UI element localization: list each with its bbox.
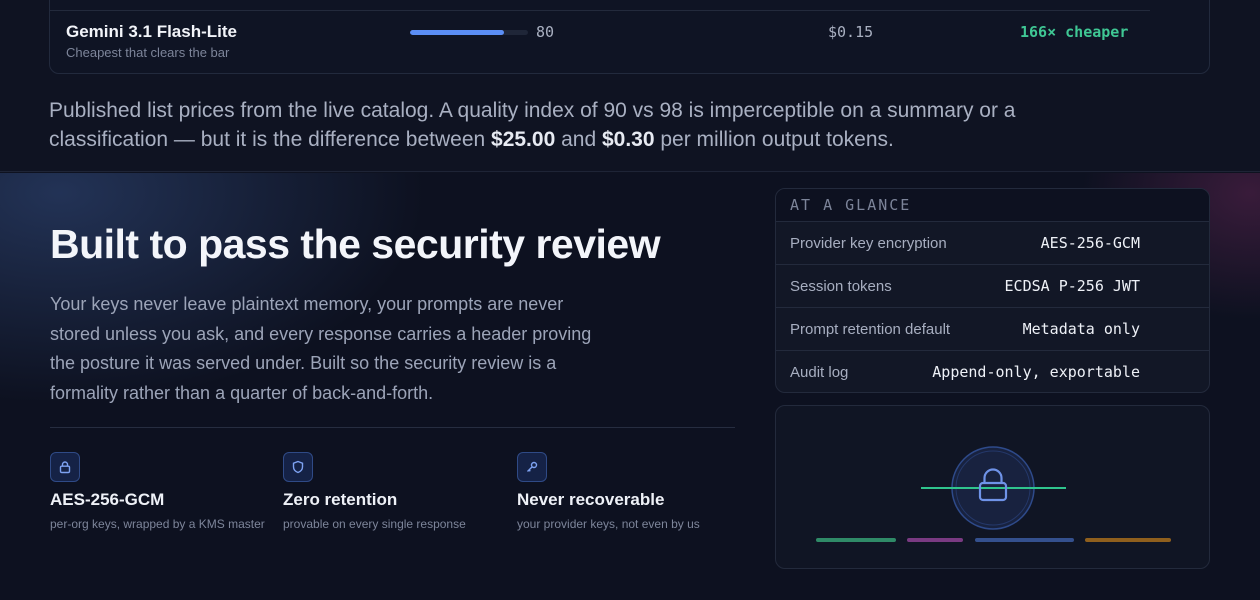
pricing-note: Published list prices from the live cata… — [49, 96, 1049, 154]
security-section: Built to pass the security review Your k… — [0, 173, 1260, 600]
feature-title: Zero retention — [283, 490, 398, 509]
price-high: $25.00 — [491, 128, 556, 151]
quality-index-value: 80 — [536, 23, 555, 41]
feature-retention: Zero retention provable on every single … — [283, 452, 513, 531]
section-description: Your keys never leave plaintext memory, … — [50, 294, 592, 403]
feature-encryption: AES-256-GCM per-org keys, wrapped by a K… — [50, 452, 280, 531]
status-bar — [1085, 538, 1171, 542]
feature-subtitle: provable on every single response — [283, 517, 466, 531]
glance-value: ECDSA P-256 JWT — [1004, 277, 1140, 295]
glance-value: Metadata only — [1022, 320, 1140, 338]
lock-icon — [50, 452, 80, 482]
divider — [50, 427, 735, 428]
glance-row: Audit log Append-only, exportable — [776, 351, 1209, 392]
glance-row: Prompt retention default Metadata only — [776, 308, 1209, 351]
section-title: Built to pass the security review — [50, 221, 661, 267]
feature-title: Never recoverable — [517, 490, 665, 509]
glance-value: AES-256-GCM — [1040, 234, 1140, 252]
panel-heading: AT A GLANCE — [776, 189, 1209, 222]
feature-subtitle: your provider keys, not even by us — [517, 517, 700, 531]
glance-row: Provider key encryption AES-256-GCM — [776, 222, 1209, 265]
feature-recovery: Never recoverable your provider keys, no… — [517, 452, 747, 531]
row-divider — [50, 10, 1150, 11]
glance-label: Audit log — [790, 364, 849, 381]
price-low: $0.30 — [601, 128, 655, 151]
glance-value: Append-only, exportable — [932, 363, 1140, 381]
price-value: $0.15 — [828, 23, 874, 41]
key-icon — [517, 452, 547, 482]
pricing-note-text: per million output tokens. — [654, 128, 894, 151]
model-name: Gemini 3.1 Flash-Lite — [66, 22, 237, 41]
status-bar — [907, 538, 963, 542]
feature-subtitle: per-org keys, wrapped by a KMS master — [50, 517, 265, 531]
model-subtitle: Cheapest that clears the bar — [66, 45, 230, 60]
glance-label: Provider key encryption — [790, 235, 947, 252]
feature-title: AES-256-GCM — [50, 490, 165, 509]
pricing-section: Gemini 3.1 Flash-Lite Cheapest that clea… — [0, 0, 1260, 172]
savings-badge: 166× cheaper — [1020, 23, 1129, 41]
at-a-glance-panel: AT A GLANCE Provider key encryption AES-… — [775, 188, 1210, 393]
glance-label: Prompt retention default — [790, 321, 951, 338]
glance-row: Session tokens ECDSA P-256 JWT — [776, 265, 1209, 308]
status-bar — [975, 538, 1074, 542]
status-bar — [816, 538, 896, 542]
quality-bar-fill — [410, 30, 505, 35]
encryption-illustration — [775, 405, 1210, 569]
pricing-note-text: and — [555, 128, 602, 151]
lock-illustration — [816, 446, 1171, 542]
quality-bar — [410, 30, 528, 35]
shield-icon — [283, 452, 313, 482]
glance-label: Session tokens — [790, 278, 892, 295]
